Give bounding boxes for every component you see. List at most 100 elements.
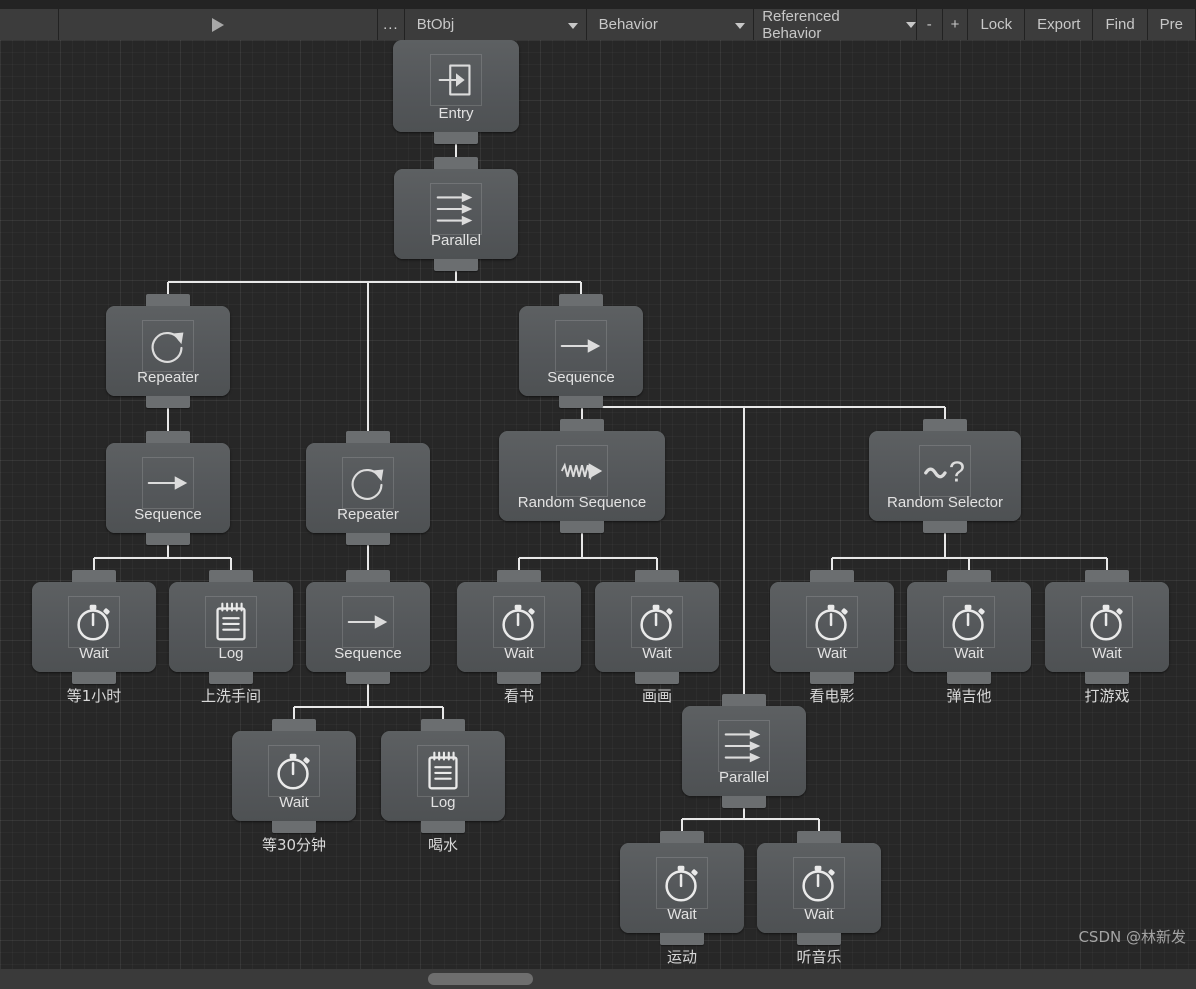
export-button[interactable]: Export	[1025, 9, 1094, 40]
node-body: Sequence	[519, 306, 643, 396]
node-body: Sequence	[306, 582, 430, 672]
node-label: Sequence	[334, 645, 402, 662]
node-body: Wait	[757, 843, 881, 933]
node-label: Repeater	[337, 506, 399, 523]
node-sequence1[interactable]: Sequence	[519, 294, 643, 408]
node-label: Wait	[279, 794, 309, 811]
node-body: Wait	[620, 843, 744, 933]
node-label: Log	[218, 645, 244, 662]
node-wait3[interactable]: Wait	[595, 570, 719, 684]
node-randseq[interactable]: Random Sequence	[499, 419, 665, 533]
node-body: Repeater	[106, 306, 230, 396]
preferences-button[interactable]: Pre	[1147, 9, 1196, 40]
random-sequence-icon	[556, 445, 608, 497]
chevron-down-icon	[567, 22, 578, 29]
lock-button[interactable]: Lock	[968, 9, 1026, 40]
watermark: CSDN @林新发	[1078, 928, 1186, 946]
node-wait1[interactable]: Wait	[32, 570, 156, 684]
node-body: Wait	[232, 731, 356, 821]
object-dropdown[interactable]: BtObj	[404, 9, 587, 40]
node-repeater1[interactable]: Repeater	[106, 294, 230, 408]
wait-icon	[493, 596, 545, 648]
log-icon	[417, 745, 469, 797]
sequence-icon	[555, 320, 607, 372]
repeater-icon	[342, 457, 394, 509]
node-label: Wait	[817, 645, 847, 662]
node-wait7[interactable]: Wait	[232, 719, 356, 833]
node-body: Wait	[770, 582, 894, 672]
zoom-in-button[interactable]: +	[942, 9, 969, 40]
object-dropdown-label: BtObj	[416, 16, 455, 33]
node-wait2[interactable]: Wait	[457, 570, 581, 684]
node-body: Random Sequence	[499, 431, 665, 521]
parallel-icon	[430, 183, 482, 235]
referenced-behavior-dropdown[interactable]: Referenced Behavior	[754, 7, 917, 42]
node-sublabel: 听音乐	[796, 948, 842, 966]
random-selector-icon: ?	[919, 445, 971, 497]
chevron-down-icon	[905, 21, 916, 28]
node-sublabel: 等1小时	[66, 687, 122, 705]
behavior-dropdown[interactable]: Behavior	[586, 9, 755, 40]
node-wait6[interactable]: Wait	[1045, 570, 1169, 684]
node-wait4[interactable]: Wait	[770, 570, 894, 684]
node-body: Wait	[32, 582, 156, 672]
node-log1[interactable]: Log	[169, 570, 293, 684]
node-log2[interactable]: Log	[381, 719, 505, 833]
log-icon	[205, 596, 257, 648]
node-body: Parallel	[682, 706, 806, 796]
entry-icon	[430, 54, 482, 106]
node-label: Random Selector	[887, 494, 1003, 511]
horizontal-scrollbar-thumb[interactable]	[428, 973, 533, 985]
sequence-icon	[142, 457, 194, 509]
node-label: Repeater	[137, 369, 199, 386]
node-sublabel: 看电影	[809, 687, 855, 705]
node-parallel2[interactable]: Parallel	[682, 694, 806, 808]
node-wait5[interactable]: Wait	[907, 570, 1031, 684]
node-entry[interactable]: Entry	[393, 40, 519, 144]
parallel-icon	[718, 720, 770, 772]
wait-icon	[943, 596, 995, 648]
node-label: Wait	[642, 645, 672, 662]
more-options-button[interactable]: ...	[377, 9, 405, 40]
wait-icon	[68, 596, 120, 648]
behavior-dropdown-label: Behavior	[598, 16, 658, 33]
node-label: Parallel	[430, 232, 482, 249]
toolbar-blank-cell	[0, 9, 60, 40]
node-sublabel: 弹吉他	[946, 687, 992, 705]
node-sequence2[interactable]: Sequence	[106, 431, 230, 545]
node-body: Parallel	[394, 169, 518, 259]
play-icon	[212, 17, 225, 32]
node-label: Wait	[804, 906, 834, 923]
graph-canvas[interactable]: Entry Parallel Repeater Sequence Sequence Rep…	[0, 40, 1196, 969]
node-wait8[interactable]: Wait	[620, 831, 744, 945]
node-wait9[interactable]: Wait	[757, 831, 881, 945]
wait-icon	[268, 745, 320, 797]
node-label: Wait	[504, 645, 534, 662]
node-parallel1[interactable]: Parallel	[394, 157, 518, 271]
node-label: Sequence	[547, 369, 615, 386]
node-sublabel: 打游戏	[1084, 687, 1130, 705]
play-button[interactable]	[59, 9, 378, 40]
node-randsel[interactable]: ? Random Selector	[869, 419, 1021, 533]
repeater-icon	[142, 320, 194, 372]
node-sequence3[interactable]: Sequence	[306, 570, 430, 684]
wait-icon	[793, 857, 845, 909]
node-label: Wait	[1092, 645, 1122, 662]
node-label: Log	[430, 794, 456, 811]
horizontal-scrollbar[interactable]	[0, 969, 1196, 989]
node-body: Wait	[1045, 582, 1169, 672]
node-body: Log	[381, 731, 505, 821]
node-sublabel: 看书	[503, 687, 534, 705]
node-sublabel: 喝水	[427, 836, 458, 854]
node-label: Entry	[438, 105, 474, 122]
wait-icon	[656, 857, 708, 909]
find-button[interactable]: Find	[1093, 9, 1148, 40]
node-sublabel: 上洗手间	[200, 687, 261, 705]
referenced-behavior-label: Referenced Behavior	[762, 7, 840, 42]
wait-icon	[1081, 596, 1133, 648]
zoom-out-button[interactable]: -	[916, 9, 943, 40]
node-body: Entry	[393, 40, 519, 132]
wait-icon	[631, 596, 683, 648]
node-label: Wait	[954, 645, 984, 662]
node-repeater2[interactable]: Repeater	[306, 431, 430, 545]
